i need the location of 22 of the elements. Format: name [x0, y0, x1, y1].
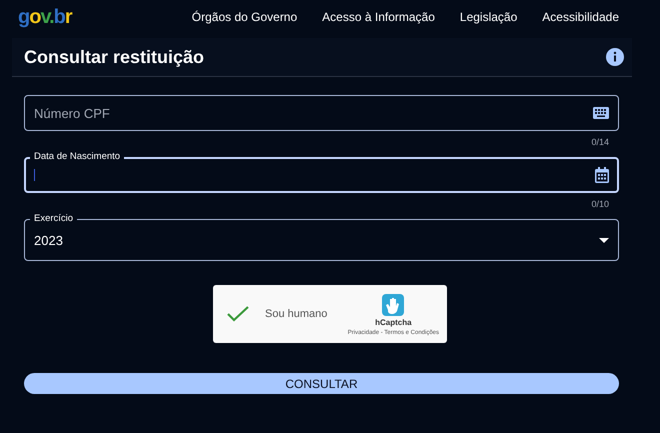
select-field[interactable]: Exercício 2023: [24, 213, 619, 261]
nav-link[interactable]: Acesso à Informação: [322, 10, 435, 24]
input-field[interactable]: Número CPF: [24, 95, 619, 131]
placeholder-text: Número CPF: [34, 106, 110, 120]
input-field[interactable]: Data de Nascimento: [24, 151, 619, 193]
consult-button[interactable]: CONSULTAR: [24, 373, 619, 394]
calendar-icon: [595, 167, 609, 183]
dropdown-caret-icon: [599, 238, 609, 242]
nav-link[interactable]: Acessibilidade: [542, 10, 619, 24]
keyboard-icon: [593, 107, 609, 119]
nav-link[interactable]: Órgãos do Governo: [192, 10, 298, 24]
character-counter: 0/14: [591, 137, 609, 149]
info-icon[interactable]: [606, 48, 624, 66]
captcha-brand: hCaptcha: [375, 318, 412, 327]
logo[interactable]: gov.br: [18, 6, 72, 28]
page-title: Consultar restituição: [24, 46, 206, 68]
character-counter: 0/10: [591, 199, 609, 211]
nav-link[interactable]: Legislação: [460, 10, 518, 24]
captcha-label: Sou humano: [265, 308, 328, 320]
hand-icon: [380, 292, 406, 318]
text-cursor: [34, 169, 35, 181]
field-value: 2023: [34, 232, 63, 248]
